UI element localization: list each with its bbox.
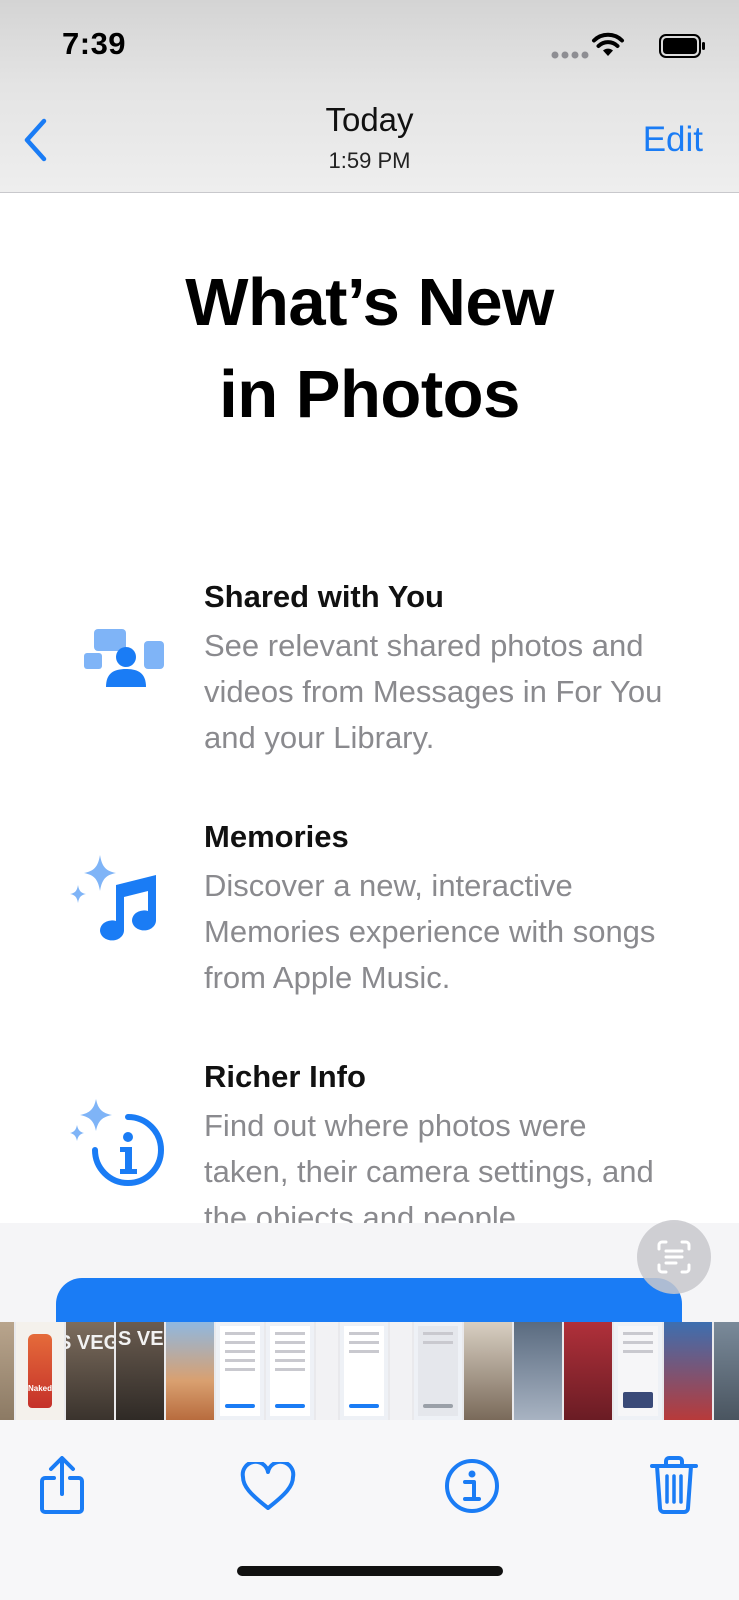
edit-button[interactable]: Edit [643, 120, 703, 160]
thumbnail-text: S VEG [118, 1328, 164, 1350]
thumbnail[interactable] [414, 1322, 462, 1420]
battery-icon [659, 34, 705, 58]
feature-description: Discover a new, interactive Memories exp… [204, 868, 656, 995]
thumbnail[interactable] [316, 1322, 338, 1420]
feature-memories: Memories Discover a new, interactive Mem… [0, 819, 739, 1019]
headline-line-1: What’s New [185, 265, 554, 340]
info-icon[interactable] [444, 1458, 500, 1514]
feature-title: Shared with You [204, 579, 444, 614]
trash-icon[interactable] [650, 1456, 698, 1514]
share-icon[interactable] [38, 1456, 86, 1516]
feature-title: Memories [204, 819, 349, 854]
feature-richer-info: Richer Info Find out where photos were t… [0, 1059, 739, 1223]
thumbnail[interactable] [0, 1322, 14, 1420]
headline-line-2: in Photos [219, 357, 520, 432]
cellular-signal-icon [551, 51, 589, 59]
nav-subtitle: 1:59 PM [328, 148, 411, 173]
thumbnail[interactable] [340, 1322, 388, 1420]
thumbnail[interactable] [714, 1322, 739, 1420]
music-note-sparkle-icon [70, 855, 156, 941]
info-sparkle-icon [70, 1099, 164, 1186]
thumbnail[interactable] [266, 1322, 314, 1420]
thumbnail[interactable] [166, 1322, 214, 1420]
heart-icon[interactable] [240, 1462, 296, 1512]
feature-description: See relevant shared photos and videos fr… [204, 628, 663, 755]
thumbnail[interactable]: S VEG [66, 1322, 114, 1420]
thumbnail-strip[interactable]: Naked S VEG S VEG [0, 1322, 739, 1420]
shared-with-you-icon [84, 629, 164, 687]
wifi-icon [592, 32, 624, 56]
headline: What’s New in Photos [0, 257, 739, 441]
thumbnail[interactable] [664, 1322, 712, 1420]
top-bar: 7:39 Today 1:59 PM Edit [0, 0, 739, 193]
thumbnail[interactable] [390, 1322, 412, 1420]
live-text-icon [657, 1240, 691, 1274]
thumbnail[interactable]: S VEG [116, 1322, 164, 1420]
thumbnail[interactable] [564, 1322, 612, 1420]
feature-description: Find out where photos were taken, their … [204, 1108, 654, 1223]
thumbnail[interactable] [614, 1322, 662, 1420]
thumbnail[interactable] [216, 1322, 264, 1420]
thumbnail[interactable] [514, 1322, 562, 1420]
photo-view[interactable]: What’s New in Photos Shared with You See… [0, 193, 739, 1223]
status-time: 7:39 [62, 26, 127, 61]
thumbnail[interactable] [464, 1322, 512, 1420]
live-text-button[interactable] [637, 1220, 711, 1294]
thumbnail-text: S VEG [66, 1332, 114, 1354]
feature-title: Richer Info [204, 1059, 366, 1094]
thumbnail[interactable]: Naked [16, 1322, 64, 1420]
nav-title: Today [325, 101, 414, 138]
feature-shared-with-you: Shared with You See relevant shared phot… [0, 579, 739, 779]
home-indicator [237, 1566, 503, 1576]
thumbnail-text: Naked [28, 1384, 53, 1393]
